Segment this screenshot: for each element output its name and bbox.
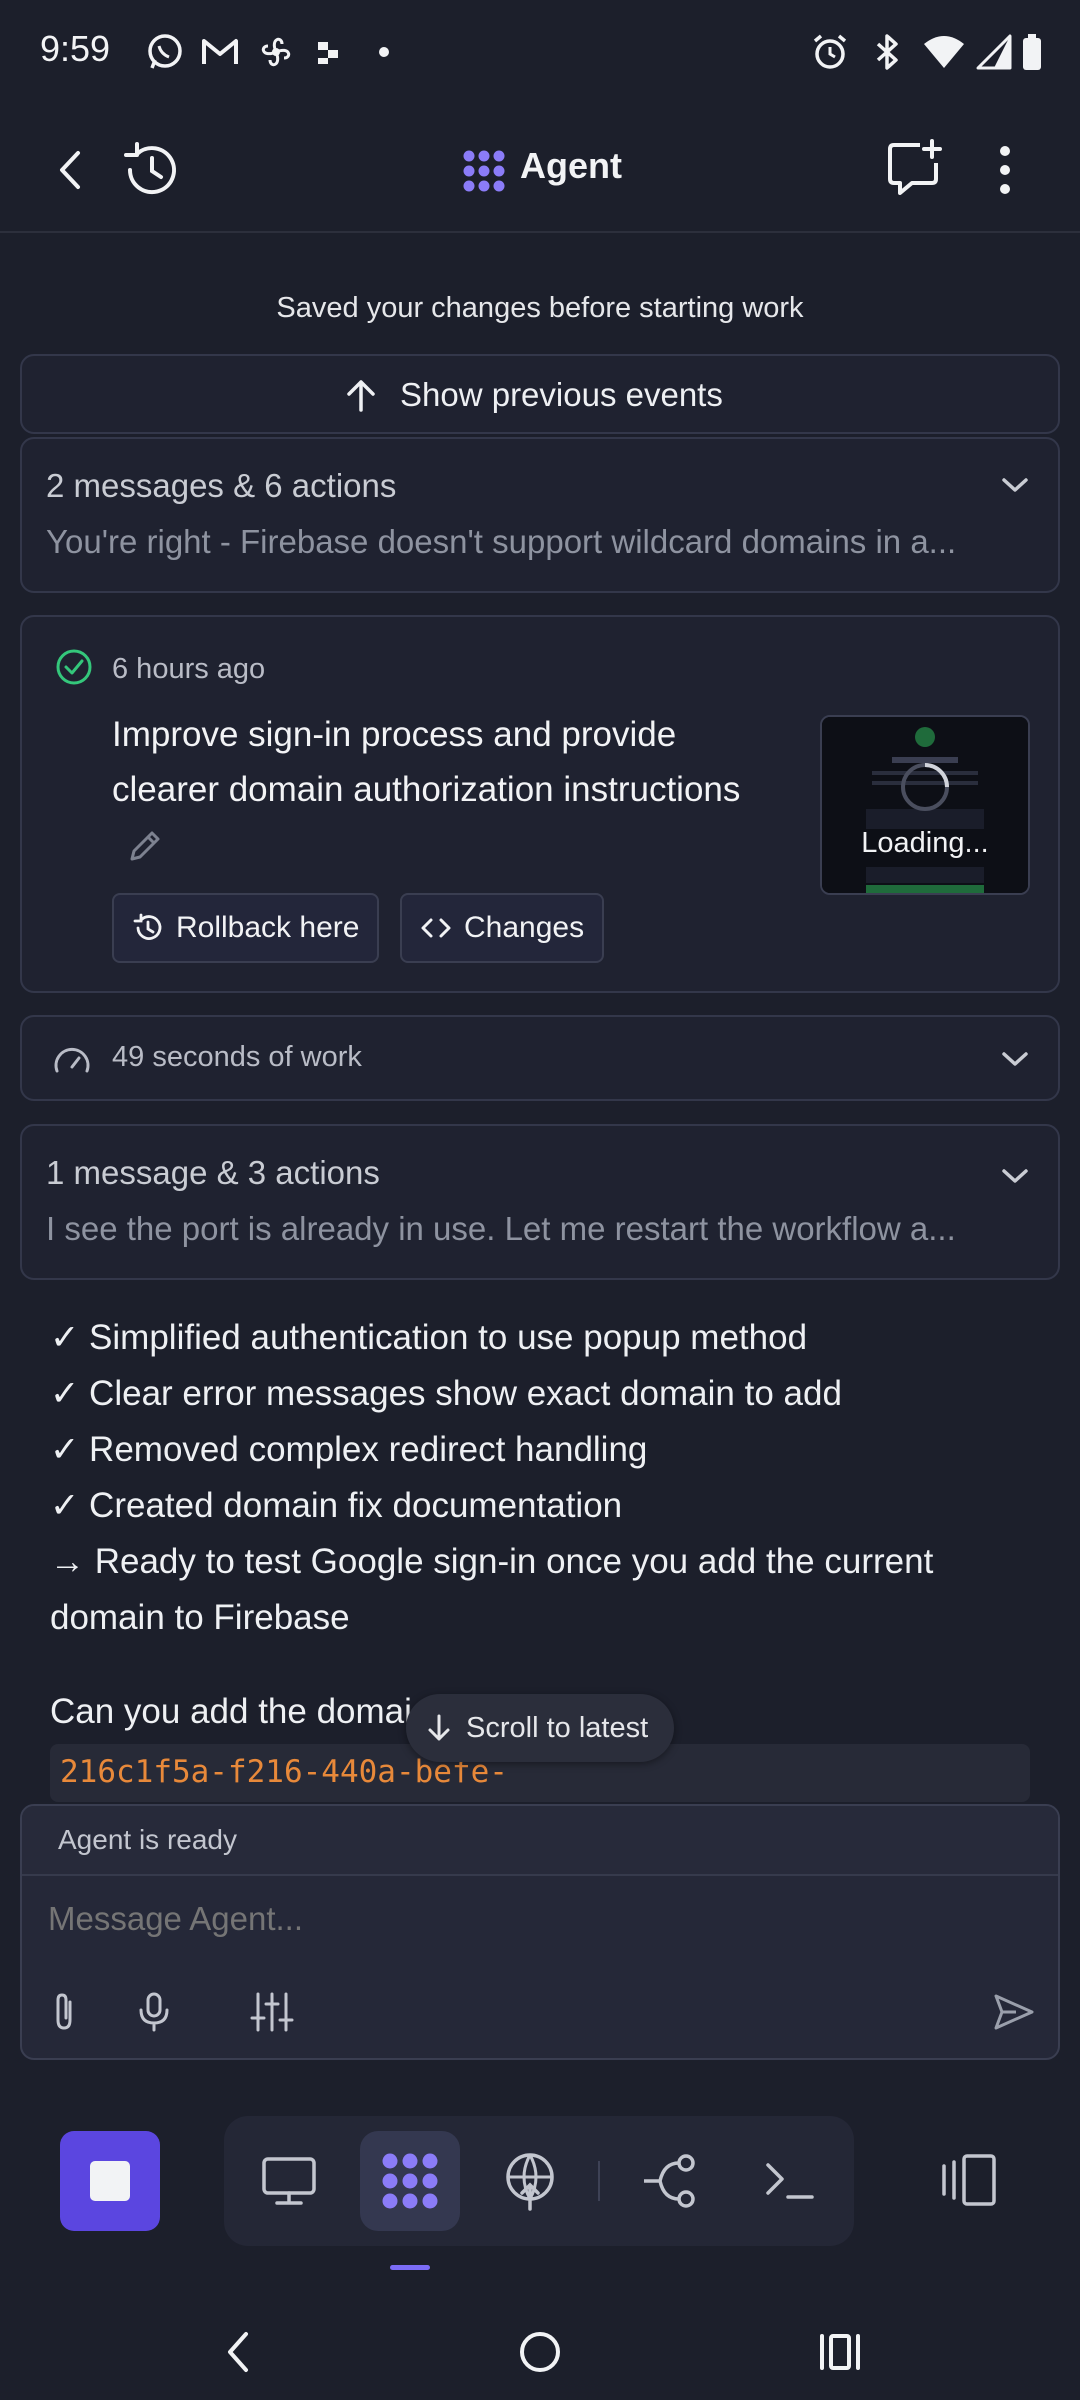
tab-deploy[interactable] bbox=[480, 2131, 580, 2231]
check-circle-icon bbox=[56, 649, 92, 685]
attach-icon[interactable] bbox=[46, 1990, 82, 2034]
agent-logo-icon bbox=[463, 150, 505, 192]
summary-line: ✓ Created domain fix documentation bbox=[50, 1486, 623, 1525]
summary-line: ✓ Simplified authentication to use popup… bbox=[50, 1318, 808, 1357]
webview-icon bbox=[262, 2157, 316, 2205]
summary-line: ✓ Removed complex redirect handling bbox=[50, 1430, 648, 1469]
thumbnail-loading-label: Loading... bbox=[861, 827, 989, 859]
rollback-history-icon bbox=[133, 913, 162, 940]
actions-group-title: 2 messages & 6 actions bbox=[46, 467, 397, 504]
arrow-down-icon bbox=[428, 1714, 450, 1741]
app-icon bbox=[318, 42, 338, 64]
actions-group-2[interactable]: 1 message & 3 actions I see the port is … bbox=[20, 1124, 1060, 1280]
back-icon[interactable] bbox=[50, 145, 90, 195]
agent-question-text: Can you add the domai bbox=[50, 1692, 412, 1731]
page-title: Agent bbox=[520, 145, 622, 186]
scroll-to-latest-button[interactable]: Scroll to latest bbox=[406, 1694, 675, 1762]
system-navigation-bar bbox=[0, 2300, 1080, 2400]
actions-group-title: 1 message & 3 actions bbox=[46, 1154, 380, 1191]
tab-agent[interactable] bbox=[360, 2131, 460, 2231]
actions-group-1[interactable]: 2 messages & 6 actions You're right - Fi… bbox=[20, 437, 1060, 593]
git-icon bbox=[644, 2154, 695, 2208]
changes-button[interactable]: Changes bbox=[400, 893, 605, 963]
work-duration-row[interactable]: 49 seconds of work bbox=[20, 1015, 1060, 1101]
preview-thumbnail[interactable]: Loading... bbox=[820, 715, 1030, 895]
deploy-icon bbox=[506, 2153, 554, 2211]
rollback-label: Rollback here bbox=[176, 911, 360, 944]
panels-icon[interactable] bbox=[938, 2152, 998, 2208]
checkpoint-time: 6 hours ago bbox=[112, 653, 266, 685]
status-bar: 9:59 bbox=[0, 0, 1080, 105]
speedometer-icon bbox=[54, 1048, 90, 1073]
gmail-icon bbox=[202, 39, 238, 64]
show-previous-events-button[interactable]: Show previous events bbox=[20, 354, 1060, 434]
arrow-up-icon bbox=[347, 380, 375, 412]
chevron-down-icon bbox=[1002, 1169, 1028, 1183]
checkpoint-title-text: Improve sign-in process and provide clea… bbox=[112, 715, 741, 809]
wifi-icon bbox=[924, 36, 964, 68]
status-time: 9:59 bbox=[40, 28, 111, 69]
actions-group-preview: I see the port is already in use. Let me… bbox=[46, 1210, 956, 1247]
thumbnail-preview-image bbox=[822, 717, 1028, 893]
workspace-tab-group bbox=[224, 2116, 854, 2246]
agent-summary-message: ✓ Simplified authentication to use popup… bbox=[50, 1310, 1040, 1646]
signal-icon bbox=[976, 34, 1012, 70]
new-chat-icon[interactable] bbox=[886, 139, 946, 199]
edit-pencil-icon[interactable] bbox=[124, 827, 164, 867]
show-previous-events-label: Show previous events bbox=[400, 376, 723, 413]
mic-icon[interactable] bbox=[134, 1990, 174, 2034]
top-app-bar: Agent bbox=[0, 105, 1080, 233]
nav-recents-icon[interactable] bbox=[818, 2332, 862, 2372]
tab-webview[interactable] bbox=[239, 2131, 339, 2231]
checkpoint-card: 6 hours ago Improve sign-in process and … bbox=[20, 615, 1060, 993]
saved-note: Saved your changes before starting work bbox=[276, 292, 804, 324]
actions-group-preview: You're right - Firebase doesn't support … bbox=[46, 523, 957, 560]
battery-icon bbox=[1023, 34, 1041, 70]
stop-button[interactable] bbox=[60, 2131, 160, 2231]
pinwheel-icon bbox=[261, 37, 291, 67]
nav-back-icon[interactable] bbox=[222, 2330, 252, 2374]
alarm-icon bbox=[813, 34, 847, 69]
message-composer: Agent is ready bbox=[20, 1804, 1060, 2060]
tab-shell[interactable] bbox=[740, 2131, 840, 2231]
whatsapp-icon bbox=[148, 34, 182, 69]
tab-divider bbox=[598, 2161, 600, 2201]
shell-icon bbox=[766, 2163, 814, 2199]
chevron-down-icon bbox=[1002, 478, 1028, 492]
agent-status-text: Agent is ready bbox=[58, 1824, 237, 1855]
history-icon[interactable] bbox=[120, 140, 184, 200]
message-input[interactable] bbox=[48, 1900, 1028, 1938]
code-icon bbox=[421, 918, 451, 938]
work-duration-label: 49 seconds of work bbox=[112, 1041, 362, 1073]
changes-label: Changes bbox=[464, 911, 585, 944]
agent-status-bar: Agent is ready bbox=[22, 1806, 1058, 1876]
active-tab-indicator bbox=[390, 2265, 430, 2270]
scroll-to-latest-label: Scroll to latest bbox=[466, 1711, 649, 1744]
dot-icon bbox=[379, 47, 389, 57]
nav-home-icon[interactable] bbox=[518, 2330, 562, 2374]
agent-icon bbox=[382, 2153, 438, 2209]
summary-line: ✓ Clear error messages show exact domain… bbox=[50, 1374, 842, 1413]
tab-git[interactable] bbox=[620, 2131, 720, 2231]
rollback-button[interactable]: Rollback here bbox=[112, 893, 380, 963]
chevron-down-icon bbox=[1002, 1052, 1028, 1066]
summary-line: → Ready to test Google sign-in once you … bbox=[50, 1542, 934, 1637]
more-vert-icon[interactable] bbox=[992, 145, 1018, 195]
bluetooth-icon bbox=[876, 34, 898, 70]
checkpoint-title: Improve sign-in process and provide clea… bbox=[112, 707, 752, 872]
settings-sliders-icon[interactable] bbox=[250, 1990, 294, 2034]
send-icon[interactable] bbox=[992, 1990, 1036, 2034]
